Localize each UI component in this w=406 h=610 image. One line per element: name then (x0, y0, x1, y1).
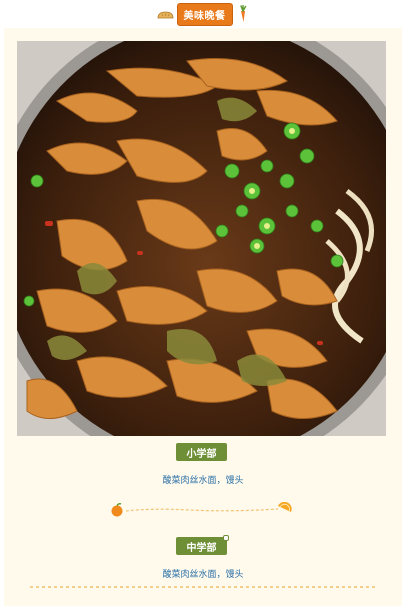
bread-icon (157, 10, 174, 20)
bottom-divider (30, 586, 376, 588)
carrot-icon (236, 4, 250, 23)
orange-slice-icon (278, 502, 292, 512)
section-badge-middle: 中学部 (176, 535, 229, 555)
divider (110, 502, 292, 518)
section-badge-label: 中学部 (186, 542, 217, 554)
section-badge-label: 小学部 (186, 448, 217, 460)
menu-text-primary: 酸菜肉丝水面，馒头 (162, 476, 244, 486)
orange-icon (111, 503, 123, 517)
header-title: 美味晚餐 (176, 2, 233, 26)
badge-dot (223, 535, 229, 541)
header: 美味晚餐 (0, 2, 406, 26)
menu-text-middle: 酸菜肉丝水面，馒头 (162, 570, 244, 580)
section-badge-primary: 小学部 (176, 443, 227, 461)
food-photo (17, 41, 386, 436)
